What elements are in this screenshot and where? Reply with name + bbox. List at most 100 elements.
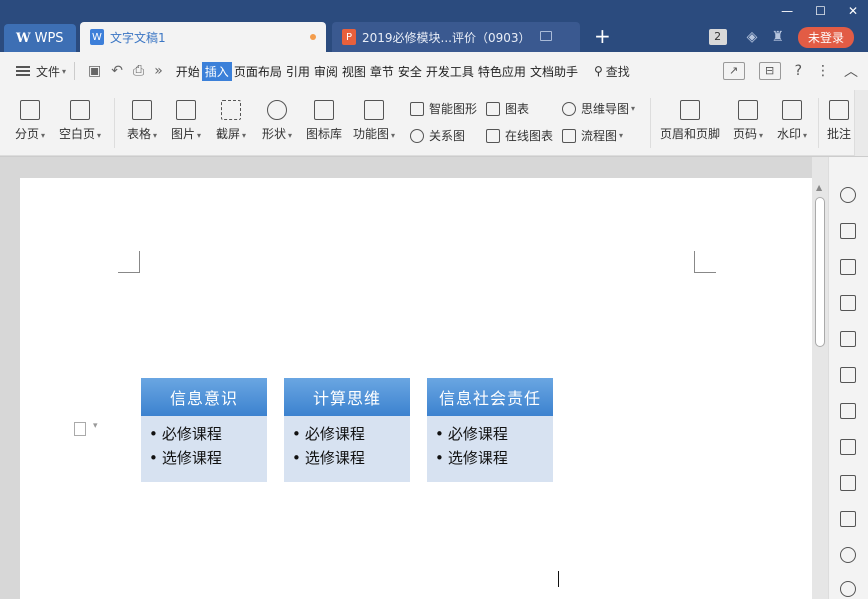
comment-button[interactable]: 批注 bbox=[826, 100, 852, 142]
smartart-header[interactable]: 信息意识 bbox=[141, 378, 267, 416]
more-options-icon[interactable]: ⋮ bbox=[816, 63, 830, 79]
page-number-button[interactable]: 页码 ▾ bbox=[728, 100, 768, 142]
add-tab-icon[interactable]: + bbox=[594, 24, 611, 48]
image-icon[interactable] bbox=[840, 367, 856, 383]
smartart-body[interactable]: 必修课程 选修课程 bbox=[141, 416, 267, 482]
smartart-graphic[interactable]: 信息意识 必修课程 选修课程 计算思维 必修课程 选修课程 信息社会责任 必修课… bbox=[141, 378, 553, 482]
collapse-ribbon-icon[interactable]: ︿ bbox=[844, 61, 858, 81]
scroll-up-icon[interactable]: ▲ bbox=[816, 183, 822, 192]
page-break-button[interactable]: 分页 ▾ bbox=[10, 100, 50, 142]
skin-icon[interactable]: ♜ bbox=[771, 29, 784, 45]
shield-icon[interactable] bbox=[840, 547, 856, 563]
format-icon[interactable] bbox=[840, 223, 856, 239]
tab-document[interactable]: W 文字文稿1 bbox=[80, 22, 326, 52]
header-footer-label: 页眉和页脚 bbox=[659, 127, 720, 141]
icon-library-button[interactable]: 图标库 bbox=[302, 100, 346, 142]
header-footer-button[interactable]: 页眉和页脚 bbox=[658, 100, 722, 142]
document-workspace: 信息意识 必修课程 选修课程 计算思维 必修课程 选修课程 信息社会责任 必修课… bbox=[0, 157, 812, 599]
icon-library-label: 图标库 bbox=[305, 127, 342, 141]
grid-icon[interactable] bbox=[840, 295, 856, 311]
file-menu-label: 文件 bbox=[36, 64, 61, 79]
tab-wps-home[interactable]: W WPS bbox=[4, 24, 76, 52]
style-icon[interactable] bbox=[840, 187, 856, 203]
titlebar-right-tools: 2 ◈ ♜ 未登录 bbox=[708, 22, 868, 52]
tab-references[interactable]: 引用 bbox=[284, 63, 312, 80]
tab-document-label: 文字文稿1 bbox=[110, 30, 166, 45]
blank-page-button[interactable]: 空白页 ▾ bbox=[56, 100, 104, 142]
tab-section[interactable]: 章节 bbox=[368, 63, 396, 80]
archive-icon[interactable] bbox=[840, 475, 856, 491]
paragraph-layout-icon[interactable] bbox=[74, 421, 98, 436]
window-controls: — ☐ ✕ bbox=[781, 4, 858, 18]
tab-doc-assistant[interactable]: 文档助手 bbox=[528, 63, 580, 80]
share-icon[interactable] bbox=[840, 403, 856, 419]
presentation-icon: P bbox=[342, 29, 356, 45]
table-button[interactable]: 表格 ▾ bbox=[122, 100, 162, 142]
smartart-column[interactable]: 计算思维 必修课程 选修课程 bbox=[284, 378, 410, 482]
margin-corner-top-right bbox=[694, 251, 716, 273]
tab-page-layout[interactable]: 页面布局 bbox=[232, 63, 284, 80]
scrollbar-thumb[interactable] bbox=[815, 197, 825, 347]
tab-view[interactable]: 视图 bbox=[340, 63, 368, 80]
icon-library-icon bbox=[314, 100, 334, 120]
chart-button[interactable]: 图表 bbox=[486, 100, 529, 117]
smartart-column[interactable]: 信息社会责任 必修课程 选修课程 bbox=[427, 378, 553, 482]
screenshot-button[interactable]: 截屏 ▾ bbox=[210, 100, 252, 142]
history-icon[interactable] bbox=[840, 581, 856, 597]
undo-icon[interactable]: ↶ bbox=[111, 63, 123, 79]
function-chart-icon bbox=[364, 100, 384, 120]
list-item: 必修课程 bbox=[149, 422, 267, 446]
shape-button[interactable]: 形状 ▾ bbox=[256, 100, 298, 142]
tab-presentation[interactable]: P 2019必修模块...评价（0903） bbox=[332, 22, 580, 52]
share-export-icon[interactable]: ↗ bbox=[722, 62, 745, 80]
maximize-icon[interactable]: ☐ bbox=[815, 4, 826, 18]
document-page[interactable]: 信息意识 必修课程 选修课程 计算思维 必修课程 选修课程 信息社会责任 必修课… bbox=[20, 178, 812, 599]
tab-developer[interactable]: 开发工具 bbox=[424, 63, 476, 80]
relation-chart-button[interactable]: 关系图 bbox=[410, 127, 465, 144]
function-chart-button[interactable]: 功能图 ▾ bbox=[350, 100, 398, 142]
tab-security[interactable]: 安全 bbox=[396, 63, 424, 80]
more-arrows-icon[interactable]: » bbox=[154, 63, 163, 79]
vertical-scrollbar[interactable]: ▲ bbox=[812, 157, 828, 599]
header-footer-icon bbox=[680, 100, 700, 120]
window-count-badge[interactable]: 2 bbox=[708, 29, 727, 45]
hamburger-icon bbox=[16, 66, 30, 76]
file-menu[interactable]: 文件 ▾ bbox=[16, 63, 66, 80]
layout-toggle-icon[interactable]: ⊟ bbox=[758, 62, 781, 80]
picture-icon[interactable] bbox=[840, 511, 856, 527]
print-icon[interactable]: ⎙ bbox=[133, 63, 144, 79]
close-icon[interactable]: ✕ bbox=[848, 4, 858, 18]
minimize-icon[interactable]: — bbox=[781, 4, 793, 18]
translate-icon[interactable] bbox=[840, 439, 856, 455]
tab-insert[interactable]: 插入 bbox=[201, 61, 232, 81]
tab-wps-label: WPS bbox=[34, 30, 64, 46]
tab-special[interactable]: 特色应用 bbox=[476, 63, 528, 80]
page-break-label: 分页 bbox=[14, 127, 39, 141]
table-icon bbox=[132, 100, 152, 120]
flow-chart-button[interactable]: 流程图 ▾ bbox=[562, 127, 623, 144]
search-icon: ⚲ bbox=[593, 64, 603, 78]
search-command[interactable]: ⚲ 查找 bbox=[594, 63, 630, 80]
save-icon[interactable]: ▣ bbox=[88, 63, 101, 79]
smartart-header[interactable]: 计算思维 bbox=[284, 378, 410, 416]
help-icon[interactable]: ? bbox=[795, 63, 802, 79]
smartart-column[interactable]: 信息意识 必修课程 选修课程 bbox=[141, 378, 267, 482]
tab-home[interactable]: 开始 bbox=[174, 63, 202, 80]
online-chart-button[interactable]: 在线图表 bbox=[486, 127, 553, 144]
settings-sliders-icon[interactable] bbox=[840, 331, 856, 347]
picture-button[interactable]: 图片 ▾ bbox=[166, 100, 206, 142]
blank-page-label: 空白页 bbox=[58, 127, 95, 141]
search-label: 查找 bbox=[605, 64, 630, 79]
share-icon[interactable]: ◈ bbox=[747, 29, 758, 45]
smartart-body[interactable]: 必修课程 选修课程 bbox=[284, 416, 410, 482]
table-icon[interactable] bbox=[840, 259, 856, 275]
smartart-body[interactable]: 必修课程 选修课程 bbox=[427, 416, 553, 482]
smartart-header[interactable]: 信息社会责任 bbox=[427, 378, 553, 416]
ribbon-scroll-right[interactable] bbox=[854, 90, 868, 156]
menu-tabs: 开始 插入 页面布局 引用 审阅 视图 章节 安全 开发工具 特色应用 文档助手 bbox=[174, 61, 580, 81]
tab-review[interactable]: 审阅 bbox=[312, 63, 340, 80]
login-button[interactable]: 未登录 bbox=[797, 26, 854, 48]
smart-graphic-button[interactable]: 智能图形 bbox=[410, 100, 477, 117]
mind-map-button[interactable]: 思维导图 ▾ bbox=[562, 100, 635, 117]
watermark-button[interactable]: 水印 ▾ bbox=[772, 100, 812, 142]
